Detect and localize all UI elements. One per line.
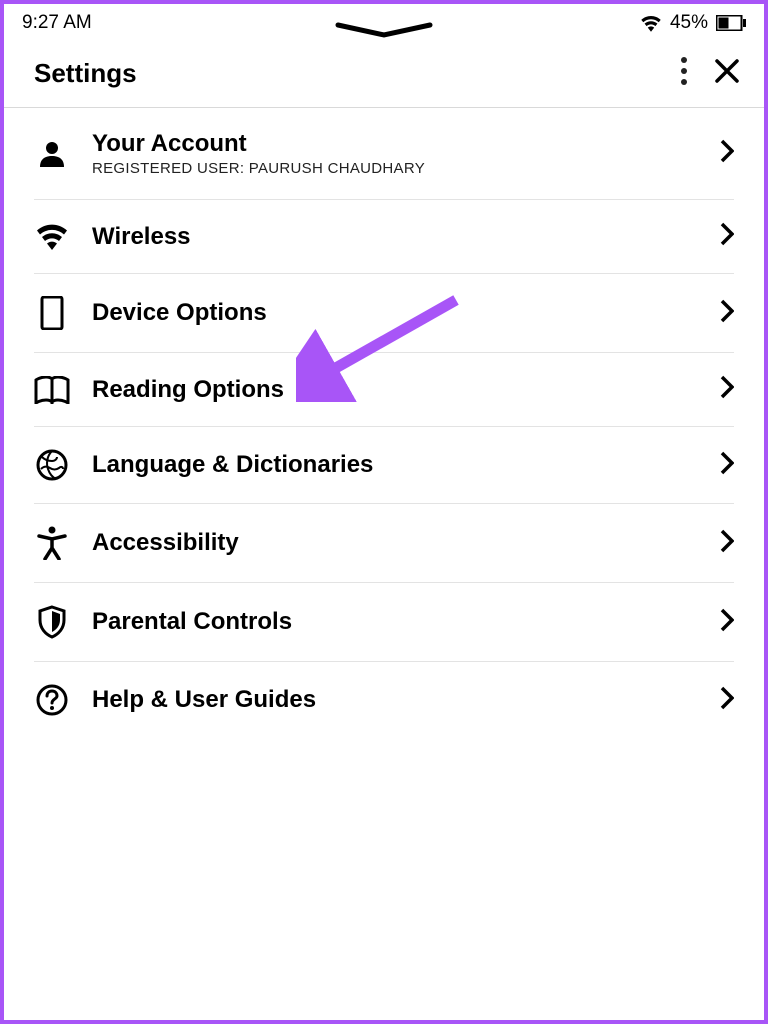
- overflow-menu-button[interactable]: [680, 56, 688, 91]
- globe-icon: [34, 449, 70, 481]
- chevron-right-icon: [720, 451, 734, 480]
- accessibility-icon: [34, 526, 70, 560]
- item-subtitle: REGISTERED USER: PAURUSH CHAUDHARY: [92, 160, 698, 177]
- battery-icon: [716, 15, 746, 31]
- chevron-right-icon: [720, 686, 734, 715]
- wifi-status-icon: [640, 15, 662, 32]
- settings-item-your-account[interactable]: Your Account REGISTERED USER: PAURUSH CH…: [34, 108, 734, 200]
- item-title: Parental Controls: [92, 608, 698, 636]
- item-title: Device Options: [92, 299, 698, 327]
- chevron-right-icon: [720, 222, 734, 251]
- help-icon: [34, 684, 70, 716]
- settings-item-accessibility[interactable]: Accessibility: [34, 504, 734, 583]
- book-icon: [34, 376, 70, 404]
- device-icon: [34, 296, 70, 330]
- item-title: Reading Options: [92, 376, 698, 404]
- shield-icon: [34, 605, 70, 639]
- page-title: Settings: [34, 58, 137, 89]
- chevron-right-icon: [720, 299, 734, 328]
- settings-item-help[interactable]: Help & User Guides: [34, 662, 734, 738]
- item-title: Help & User Guides: [92, 686, 698, 714]
- drag-handle-icon[interactable]: [334, 22, 434, 45]
- settings-header: Settings: [4, 38, 764, 108]
- item-title: Your Account: [92, 130, 698, 158]
- wifi-icon: [34, 224, 70, 250]
- status-time: 9:27 AM: [22, 12, 92, 34]
- battery-percent: 45%: [670, 12, 708, 34]
- settings-item-wireless[interactable]: Wireless: [34, 200, 734, 274]
- settings-item-reading-options[interactable]: Reading Options: [34, 353, 734, 427]
- person-icon: [34, 139, 70, 169]
- settings-item-parental-controls[interactable]: Parental Controls: [34, 583, 734, 662]
- chevron-right-icon: [720, 139, 734, 168]
- chevron-right-icon: [720, 375, 734, 404]
- item-title: Language & Dictionaries: [92, 451, 698, 479]
- settings-item-device-options[interactable]: Device Options: [34, 274, 734, 353]
- chevron-right-icon: [720, 529, 734, 558]
- close-button[interactable]: [714, 58, 740, 89]
- settings-item-language[interactable]: Language & Dictionaries: [34, 427, 734, 504]
- chevron-right-icon: [720, 608, 734, 637]
- item-title: Wireless: [92, 223, 698, 251]
- settings-list: Your Account REGISTERED USER: PAURUSH CH…: [4, 108, 764, 738]
- item-title: Accessibility: [92, 529, 698, 557]
